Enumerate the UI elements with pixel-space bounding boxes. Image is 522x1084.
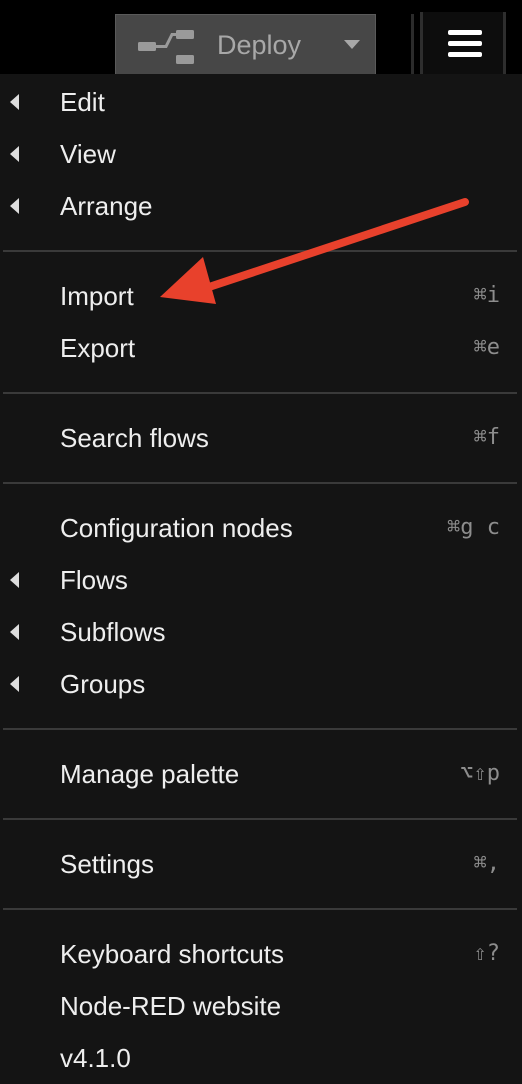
- menu-item-label: View: [60, 139, 116, 169]
- menu-item-label: Arrange: [60, 191, 153, 221]
- menu-item-label: Groups: [60, 669, 146, 699]
- menu-divider: [3, 250, 517, 252]
- header-bar: Deploy: [0, 0, 522, 74]
- menu-item-edit[interactable]: Edit: [0, 76, 522, 128]
- flow-nodes-icon: [138, 30, 194, 64]
- menu-divider: [3, 482, 517, 484]
- menu-divider: [3, 392, 517, 394]
- menu-divider: [3, 728, 517, 730]
- menu-item-arrange[interactable]: Arrange: [0, 180, 522, 232]
- hamburger-menu-icon: [448, 30, 482, 58]
- menu-item-label: Subflows: [60, 617, 166, 647]
- menu-item-label: Edit: [60, 87, 105, 117]
- menu-item-keyboard-shortcuts[interactable]: Keyboard shortcuts ⇧?: [0, 928, 522, 980]
- menu-item-flows[interactable]: Flows: [0, 554, 522, 606]
- menu-divider: [3, 818, 517, 820]
- menu-item-search-flows[interactable]: Search flows ⌘f: [0, 412, 522, 464]
- shortcut-hint: ⌘,: [473, 851, 501, 876]
- menu-item-label: Manage palette: [60, 759, 240, 789]
- menu-item-label: Import: [60, 281, 134, 311]
- menu-item-configuration-nodes[interactable]: Configuration nodes ⌘g c: [0, 502, 522, 554]
- main-menu-button[interactable]: [420, 12, 506, 74]
- version-label: v4.1.0: [60, 1043, 131, 1073]
- menu-divider: [3, 908, 517, 910]
- menu-item-label: Node-RED website: [60, 991, 282, 1021]
- menu-item-label: Flows: [60, 565, 128, 595]
- submenu-arrow-icon: [10, 94, 19, 110]
- caret-down-icon[interactable]: [344, 40, 360, 49]
- menu-item-import[interactable]: Import ⌘i: [0, 270, 522, 322]
- shortcut-hint: ⇧?: [473, 941, 501, 966]
- menu-item-label: Keyboard shortcuts: [60, 939, 285, 969]
- submenu-arrow-icon: [10, 146, 19, 162]
- menu-item-subflows[interactable]: Subflows: [0, 606, 522, 658]
- header-divider: [411, 14, 414, 74]
- submenu-arrow-icon: [10, 198, 19, 214]
- menu-item-label: Configuration nodes: [60, 513, 293, 543]
- deploy-button[interactable]: Deploy: [115, 14, 376, 74]
- menu-item-export[interactable]: Export ⌘e: [0, 322, 522, 374]
- menu-item-groups[interactable]: Groups: [0, 658, 522, 710]
- submenu-arrow-icon: [10, 676, 19, 692]
- menu-item-label: Settings: [60, 849, 154, 879]
- menu-item-view[interactable]: View: [0, 128, 522, 180]
- deploy-label: Deploy: [217, 30, 302, 60]
- menu-item-node-red-website[interactable]: Node-RED website: [0, 980, 522, 1032]
- shortcut-hint: ⌘f: [473, 425, 501, 450]
- menu-item-label: Search flows: [60, 423, 209, 453]
- submenu-arrow-icon: [10, 572, 19, 588]
- menu-item-settings[interactable]: Settings ⌘,: [0, 838, 522, 890]
- shortcut-hint: ⌥⇧p: [460, 761, 500, 786]
- shortcut-hint: ⌘e: [473, 335, 501, 360]
- menu-item-version: v4.1.0: [0, 1032, 522, 1084]
- menu-item-label: Export: [60, 333, 136, 363]
- submenu-arrow-icon: [10, 624, 19, 640]
- menu-item-manage-palette[interactable]: Manage palette ⌥⇧p: [0, 748, 522, 800]
- shortcut-hint: ⌘i: [473, 283, 501, 308]
- shortcut-hint: ⌘g c: [447, 515, 500, 540]
